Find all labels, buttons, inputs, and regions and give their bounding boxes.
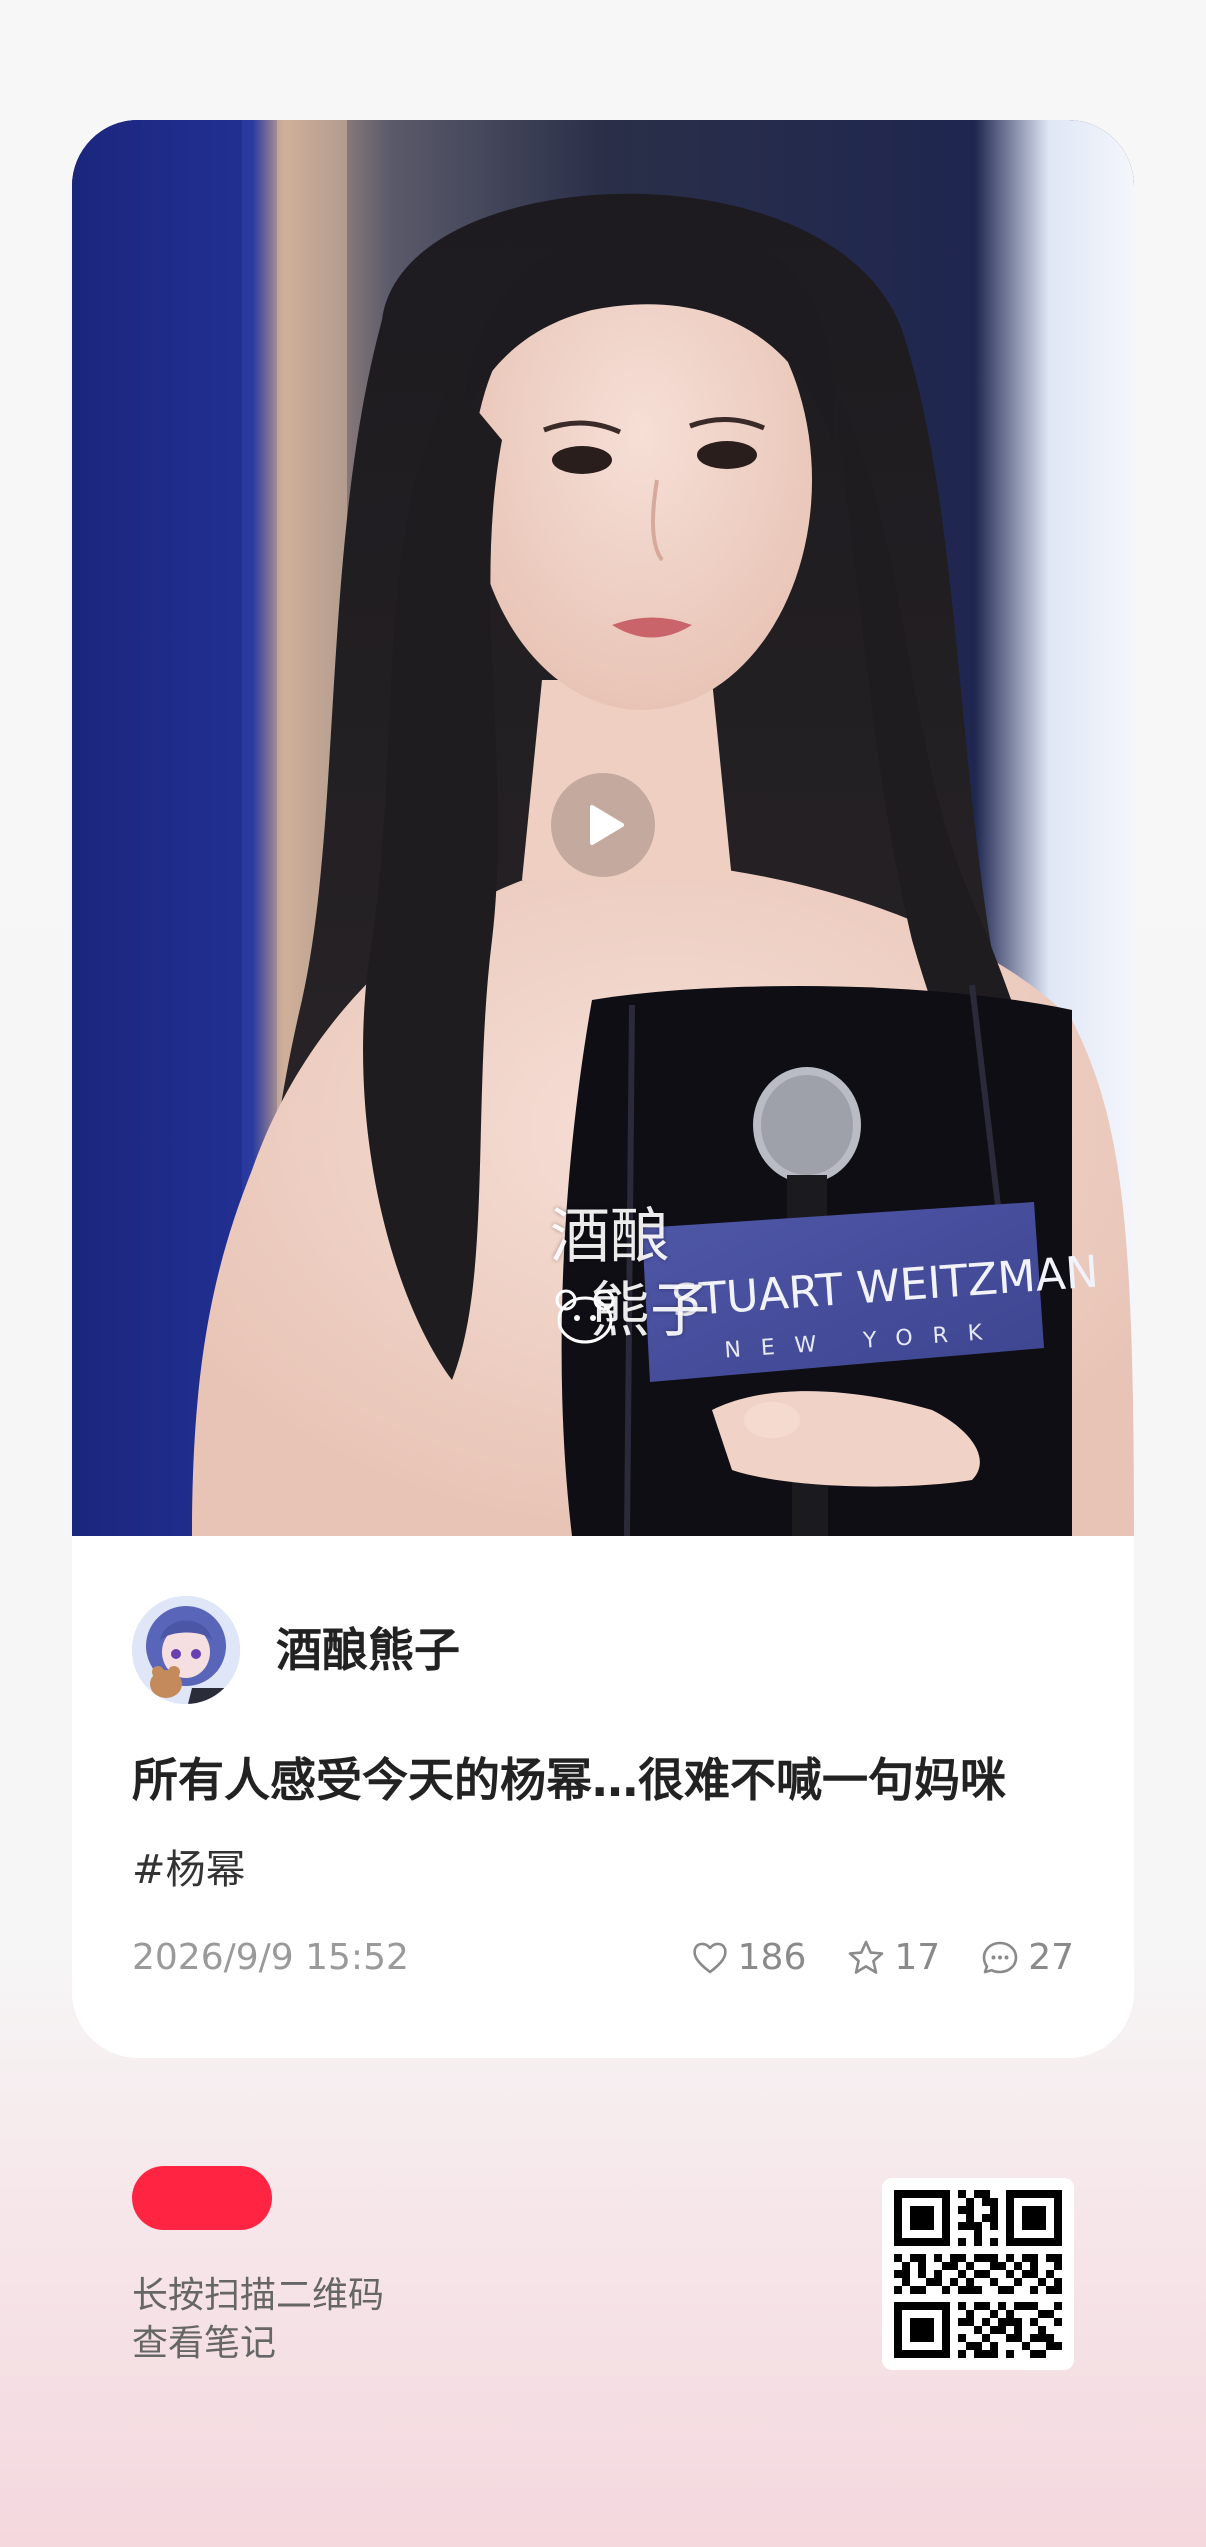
avatar-illustration bbox=[132, 1596, 240, 1704]
hashtag[interactable]: #杨幂 bbox=[132, 1842, 246, 1898]
play-button[interactable] bbox=[551, 773, 655, 877]
favorite-stat[interactable]: 17 bbox=[846, 1934, 940, 1982]
footer-subtext: 查看笔记 bbox=[132, 2323, 277, 2364]
comment-count: 27 bbox=[1028, 1937, 1074, 1978]
bear-icon bbox=[555, 1289, 615, 1344]
stats-bar: 186 17 27 bbox=[690, 1934, 1074, 1982]
brand-badge bbox=[132, 2166, 272, 2230]
like-stat[interactable]: 186 bbox=[690, 1934, 807, 1982]
watermark: 酒酿 熊子 bbox=[550, 1200, 770, 1460]
post-date: 2026/9/9 15:52 bbox=[132, 1937, 409, 1978]
comment-stat[interactable]: 27 bbox=[980, 1934, 1074, 1982]
play-icon bbox=[590, 805, 624, 845]
note-card[interactable]: STUART WEITZMAN NEW YORK 酒酿 熊子 酒酿熊子 所有人感… bbox=[72, 120, 1134, 2058]
qr-code-pattern bbox=[894, 2190, 1062, 2358]
watermark-line1: 酒酿 bbox=[550, 1202, 670, 1272]
video-cover[interactable]: STUART WEITZMAN NEW YORK 酒酿 熊子 bbox=[72, 120, 1134, 1536]
avatar[interactable] bbox=[132, 1596, 240, 1704]
comment-icon bbox=[982, 1941, 1018, 1974]
favorite-count: 17 bbox=[894, 1937, 941, 1978]
qr-code[interactable] bbox=[882, 2178, 1074, 2370]
heart-icon bbox=[692, 1942, 727, 1974]
post-title: 所有人感受今天的杨幂…很难不喊一句妈咪 bbox=[132, 1753, 1006, 1807]
author-name[interactable]: 酒酿熊子 bbox=[276, 1620, 460, 1680]
footer-instruction: 长按扫描二维码 bbox=[132, 2275, 385, 2316]
star-icon bbox=[849, 1940, 884, 1974]
like-count: 186 bbox=[737, 1937, 807, 1978]
